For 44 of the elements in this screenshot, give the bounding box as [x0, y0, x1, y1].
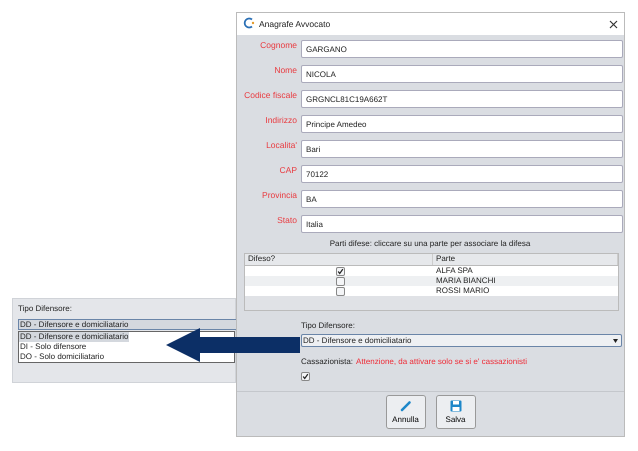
- checkbox[interactable]: [336, 286, 345, 296]
- dropdown[interactable]: DD - Difensore e domiciliatario: [301, 334, 622, 347]
- cancel-button[interactable]: Annulla: [386, 395, 426, 429]
- caret-icon: [613, 336, 618, 345]
- field-label: Cognome: [259, 40, 297, 50]
- input-field[interactable]: NICOLA: [301, 65, 623, 83]
- checkbox[interactable]: [301, 372, 310, 381]
- input-field[interactable]: 70122: [301, 165, 623, 183]
- window-title: Anagrafe Avvocato: [259, 19, 332, 29]
- field-label: Tipo Difensore:: [301, 321, 356, 330]
- input-field[interactable]: Italia: [301, 215, 623, 233]
- dropdown-option[interactable]: DD - Difensore e domiciliatario: [19, 332, 130, 342]
- instruction-text: Parti difese: cliccare su una parte per associare la difesa: [328, 239, 532, 248]
- pencil-icon: [400, 400, 412, 412]
- field-label: Tipo Difensore:: [18, 304, 73, 313]
- dropdown-option[interactable]: DO - Solo domiciliatario: [19, 352, 106, 362]
- field-label: Cassazionista:: [301, 357, 354, 366]
- arrow-icon: [166, 328, 300, 362]
- table-cell-text: ROSSI MARIO: [435, 286, 490, 296]
- column-header[interactable]: Parte: [433, 254, 618, 265]
- dropdown-option[interactable]: DI - Solo difensore: [19, 342, 88, 352]
- field-label: CAP: [278, 165, 297, 175]
- checkbox[interactable]: [336, 266, 345, 276]
- table-cell-text: MARIA BIANCHI: [435, 276, 497, 286]
- input-field[interactable]: GARGANO: [301, 40, 623, 58]
- column-header[interactable]: Difeso?: [245, 254, 433, 265]
- input-field[interactable]: Bari: [301, 140, 623, 158]
- input-field[interactable]: BA: [301, 190, 623, 208]
- field-label: Localita': [265, 140, 297, 150]
- field-label: Provincia: [261, 190, 297, 200]
- field-label: Nome: [273, 65, 297, 75]
- field-label: Stato: [276, 215, 297, 225]
- input-field[interactable]: GRGNCL81C19A662T: [301, 90, 623, 108]
- field-label: Codice fiscale: [243, 90, 297, 100]
- table-cell-text: ALFA SPA: [435, 266, 474, 276]
- close-icon[interactable]: [609, 20, 618, 28]
- input-field[interactable]: Principe Amedeo: [301, 115, 623, 133]
- checkbox[interactable]: [336, 276, 345, 286]
- save-button[interactable]: Salva: [436, 395, 476, 429]
- warning-text: Attenzione, da attivare solo se si e' cassazionisti: [356, 357, 527, 366]
- field-label: Indirizzo: [264, 115, 297, 125]
- logo-icon: [243, 17, 255, 31]
- dropdown[interactable]: DD - Difensore e domiciliatario: [18, 319, 238, 330]
- dropdown-value: DD - Difensore e domiciliatario: [303, 336, 412, 345]
